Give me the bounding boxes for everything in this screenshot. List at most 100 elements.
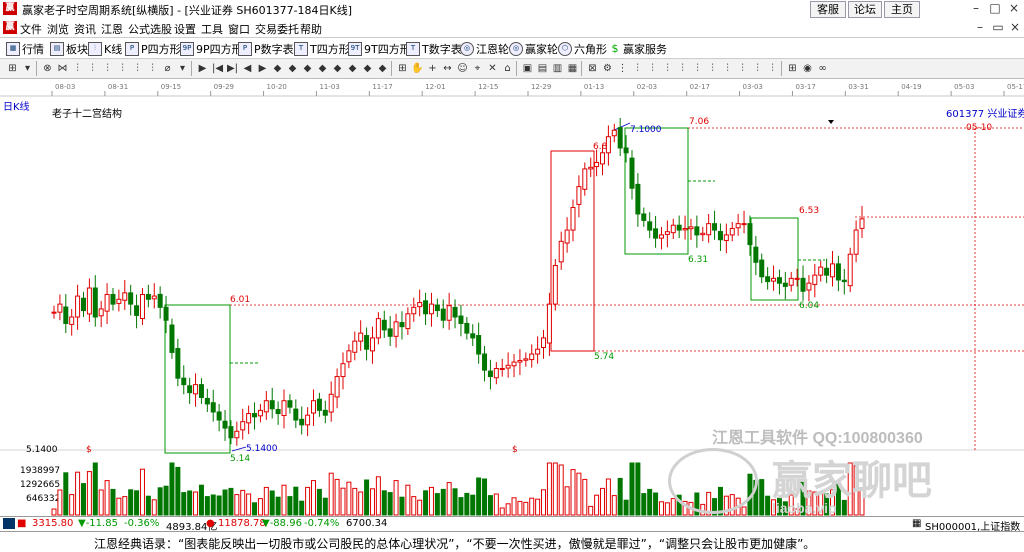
cross-tool-icon[interactable]: + [426, 62, 439, 75]
target-date-label: 05-10 [966, 123, 992, 133]
menu-trade[interactable]: 交易委托 [255, 21, 299, 37]
menu-settings[interactable]: 设置 [174, 21, 196, 37]
layout-tool-icon[interactable]: ⊞ [6, 62, 19, 75]
bar-tool-icon[interactable]: ⫶ [101, 62, 114, 75]
menu-gann[interactable]: 江恩 [101, 21, 123, 37]
diamond-tool-icon[interactable]: ◆ [346, 62, 359, 75]
table-tool-icon[interactable]: ▥ [551, 62, 564, 75]
bar-tool-icon[interactable]: ⫶ [766, 62, 779, 75]
bar-tool-icon[interactable]: ⫶ [721, 62, 734, 75]
bar-tool-icon[interactable]: ⫶ [131, 62, 144, 75]
wheel-tool-icon[interactable]: ◉ [801, 62, 814, 75]
bar-tool-icon[interactable]: ⫶ [116, 62, 129, 75]
bar-tool-icon[interactable]: ⫶ [736, 62, 749, 75]
table-tool-icon[interactable]: ▤ [536, 62, 549, 75]
p-number-table-button[interactable]: P P数字表 [238, 41, 294, 57]
dropdown-tool-icon[interactable]: ▾ [21, 62, 34, 75]
menu-file[interactable]: 文件 [20, 21, 42, 37]
calc-tool-icon[interactable]: ▣ [521, 62, 534, 75]
toolbar-separator [516, 61, 517, 76]
circle-tool-icon[interactable]: ⊗ [41, 62, 54, 75]
hexagon-button[interactable]: ⬡ 六角形 [558, 41, 607, 57]
menu-formula-screener[interactable]: 公式选股 [128, 21, 172, 37]
menu-help[interactable]: 帮助 [300, 21, 322, 37]
homepage-link[interactable]: 主页 [884, 1, 920, 18]
phi-tool-icon[interactable]: ⌀ [161, 62, 174, 75]
volume-bar [275, 496, 281, 516]
diamond-tool-icon[interactable]: ◆ [361, 62, 374, 75]
diamond-tool-icon[interactable]: ◆ [316, 62, 329, 75]
winner-service-button[interactable]: $ 赢家服务 [609, 41, 668, 57]
infinity-tool-icon[interactable]: ∞ [816, 62, 829, 75]
t-number-table-button[interactable]: T T数字表 [406, 41, 462, 57]
candle-body [299, 418, 305, 426]
dropdown-tool-icon[interactable]: ▾ [176, 62, 189, 75]
9t-square-button[interactable]: 9T 9T四方形 [348, 41, 411, 57]
flag-tool-icon[interactable]: ▶ [196, 62, 209, 75]
child-minimize-icon[interactable]: – [972, 20, 988, 35]
grid-tool-icon[interactable]: ⊞ [786, 62, 799, 75]
table-tool-icon[interactable]: ▦ [566, 62, 579, 75]
9p-square-button[interactable]: 9P 9P四方形 [180, 41, 243, 57]
level-label-68: 6.8 [593, 142, 608, 152]
candle-body [322, 409, 328, 416]
kline-button[interactable]: ⫶ K线 [88, 41, 122, 57]
candle-body [611, 129, 617, 137]
right-tool-icon[interactable]: ▶ [256, 62, 269, 75]
diamond-tool-icon[interactable]: ◆ [331, 62, 344, 75]
winner-wheel-button[interactable]: ◎ 赢家轮 [509, 41, 558, 57]
menu-window[interactable]: 窗口 [228, 21, 250, 37]
arrows-tool-icon[interactable]: ↔ [441, 62, 454, 75]
customer-service-link[interactable]: 客服 [810, 1, 846, 18]
gann-wheel-button[interactable]: ◎ 江恩轮 [460, 41, 509, 57]
bar-tool-icon[interactable]: ⫶ [751, 62, 764, 75]
p-number-table-icon: P [238, 42, 252, 56]
forum-link[interactable]: 论坛 [848, 1, 882, 18]
delete-tool-icon[interactable]: ✕ [486, 62, 499, 75]
status-grid-icon[interactable] [3, 518, 15, 529]
bar-tool-icon[interactable]: ⫶ [86, 62, 99, 75]
minimize-icon[interactable]: – [968, 1, 984, 16]
menu-tools[interactable]: 工具 [201, 21, 223, 37]
date-tick-label: 03-17 [795, 83, 815, 91]
face-tool-icon[interactable]: ☺ [456, 62, 469, 75]
t-square-button[interactable]: T T四方形 [294, 41, 350, 57]
sz-index-change: ▼-88.96 [262, 518, 302, 529]
target-tool-icon[interactable]: ⌖ [471, 62, 484, 75]
hand-tool-icon[interactable]: ✋ [411, 62, 424, 75]
bar-tool-icon[interactable]: ⫶ [691, 62, 704, 75]
sector-button[interactable]: ▤ 板块 [50, 41, 88, 57]
maximize-icon[interactable]: □ [987, 1, 1003, 16]
quotes-button[interactable]: ▦ 行情 [6, 41, 44, 57]
first-tool-icon[interactable]: |◀ [211, 62, 224, 75]
bar-tool-icon[interactable]: ⫶ [676, 62, 689, 75]
candle-body [375, 318, 381, 339]
diamond-tool-icon[interactable]: ◆ [286, 62, 299, 75]
diamond-tool-icon[interactable]: ◆ [376, 62, 389, 75]
menu-info[interactable]: 资讯 [74, 21, 96, 37]
box-tool-icon[interactable]: ⊠ [586, 62, 599, 75]
diamond-tool-icon[interactable]: ◆ [271, 62, 284, 75]
volume-bar [405, 484, 411, 516]
child-restore-icon[interactable]: ▭ [990, 20, 1006, 35]
grid-tool-icon[interactable]: ⊞ [396, 62, 409, 75]
child-close-icon[interactable]: × [1007, 20, 1023, 35]
link-tool-icon[interactable]: ⋈ [56, 62, 69, 75]
close-icon[interactable]: × [1006, 1, 1022, 16]
dots-tool-icon[interactable]: ⋮ [616, 62, 629, 75]
home-tool-icon[interactable]: ⌂ [501, 62, 514, 75]
p-square-button[interactable]: P P四方形 [125, 41, 181, 57]
bar-tool-icon[interactable]: ⫶ [661, 62, 674, 75]
bar-tool-icon[interactable]: ⫶ [631, 62, 644, 75]
gear-tool-icon[interactable]: ⚙ [601, 62, 614, 75]
bar-tool-icon[interactable]: ⫶ [706, 62, 719, 75]
menu-browse[interactable]: 浏览 [47, 21, 69, 37]
last-tool-icon[interactable]: ▶| [226, 62, 239, 75]
left-tool-icon[interactable]: ◀ [241, 62, 254, 75]
bar-tool-icon[interactable]: ⫶ [71, 62, 84, 75]
bar-tool-icon[interactable]: ⫶ [146, 62, 159, 75]
bar-tool-icon[interactable]: ⫶ [646, 62, 659, 75]
candle-body [617, 127, 623, 149]
candle-body [576, 186, 582, 205]
diamond-tool-icon[interactable]: ◆ [301, 62, 314, 75]
